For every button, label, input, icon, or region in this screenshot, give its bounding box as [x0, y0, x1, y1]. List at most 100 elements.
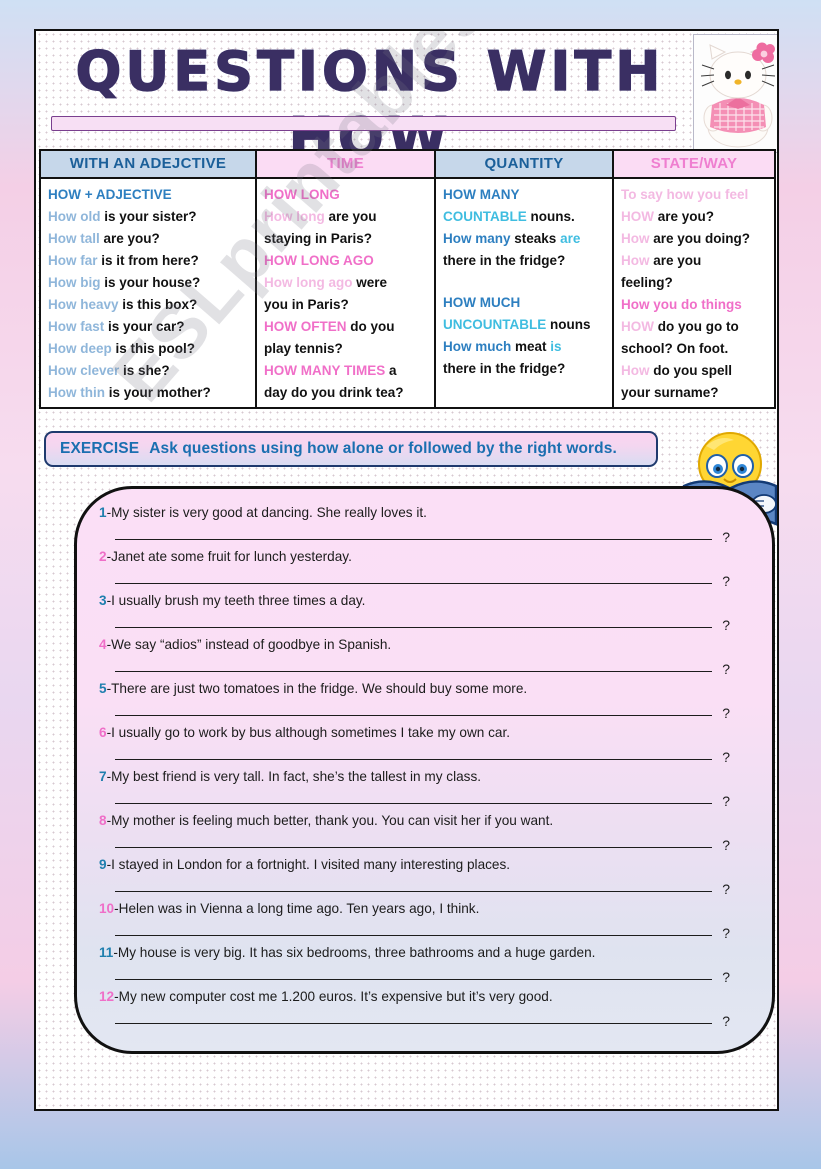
- table-column-adjective: WITH AN ADEJCTIVE HOW + ADJECTIVE How old…: [41, 151, 257, 407]
- answer-line[interactable]: ?: [99, 873, 746, 899]
- exercise-item-number: 1: [99, 505, 107, 520]
- hello-kitty-icon: [693, 34, 777, 153]
- table-line: How deep is this pool?: [48, 338, 248, 360]
- answer-line[interactable]: ?: [99, 565, 746, 591]
- table-text-segment: How long: [264, 209, 329, 224]
- table-line: How much meat is: [443, 336, 605, 358]
- table-text-segment: How heavy: [48, 297, 123, 312]
- table-line: your surname?: [621, 382, 767, 404]
- answer-rule: [115, 1023, 712, 1024]
- question-mark: ?: [722, 529, 730, 545]
- table-line: HOW + ADJECTIVE: [48, 184, 248, 206]
- table-text-segment: To say how you feel: [621, 187, 749, 202]
- exercise-item-number: 2: [99, 549, 107, 564]
- question-mark: ?: [722, 793, 730, 809]
- exercise-item-number: 7: [99, 769, 107, 784]
- table-line: [443, 272, 605, 292]
- table-line: How heavy is this box?: [48, 294, 248, 316]
- table-line: HOW MANY TIMES a: [264, 360, 427, 382]
- table-text-segment: HOW LONG: [264, 187, 340, 202]
- table-text-segment: is your house?: [104, 275, 201, 290]
- question-mark: ?: [722, 1013, 730, 1029]
- table-text-segment: HOW: [621, 209, 658, 224]
- table-line: How old is your sister?: [48, 206, 248, 228]
- column-body: HOW MANY COUNTABLE nouns. How many steaks …: [436, 179, 612, 380]
- list-item: 9-I stayed in London for a fortnight. I …: [77, 857, 772, 901]
- list-item: 7-My best friend is very tall. In fact, …: [77, 769, 772, 813]
- answer-rule: [115, 891, 712, 892]
- answer-line[interactable]: ?: [99, 917, 746, 943]
- table-text-segment: do you spell: [653, 363, 733, 378]
- table-text-segment: HOW LONG AGO: [264, 253, 374, 268]
- table-line: UNCOUNTABLE nouns: [443, 314, 605, 336]
- table-line: How long are you: [264, 206, 427, 228]
- table-text-segment: How big: [48, 275, 105, 290]
- column-header: WITH AN ADEJCTIVE: [41, 151, 255, 179]
- table-line: How you do things: [621, 294, 767, 316]
- question-mark: ?: [722, 617, 730, 633]
- answer-line[interactable]: ?: [99, 1005, 746, 1031]
- answer-line[interactable]: ?: [99, 653, 746, 679]
- table-column-quantity: QUANTITY HOW MANY COUNTABLE nouns. How man…: [436, 151, 614, 407]
- table-line: COUNTABLE nouns.: [443, 206, 605, 228]
- table-line: How far is it from here?: [48, 250, 248, 272]
- table-text-segment: is: [550, 339, 562, 354]
- table-text-segment: do you: [350, 319, 395, 334]
- table-text-segment: How clever: [48, 363, 124, 378]
- exercise-item-text: 7-My best friend is very tall. In fact, …: [99, 769, 746, 785]
- answer-line[interactable]: ?: [99, 609, 746, 635]
- exercise-item-number: 11: [99, 945, 114, 960]
- list-item: 4-We say “adios” instead of goodbye in S…: [77, 637, 772, 681]
- table-text-segment: UNCOUNTABLE: [443, 317, 550, 332]
- worksheet-sheet: QUESTIONS WITH HOW WITH AN ADEJCTIVE HOW…: [34, 29, 779, 1111]
- answer-line[interactable]: ?: [99, 829, 746, 855]
- answer-rule: [115, 627, 712, 628]
- table-text-segment: staying in Paris?: [264, 231, 373, 246]
- exercise-item-list: 1-My sister is very good at dancing. She…: [77, 489, 772, 1033]
- column-body: HOW LONG How long are you staying in Paris…: [257, 179, 434, 404]
- table-text-segment: there in the fridge?: [443, 361, 566, 376]
- answer-rule: [115, 583, 712, 584]
- exercise-item-text: 5-There are just two tomatoes in the fri…: [99, 681, 746, 697]
- table-text-segment: How old: [48, 209, 105, 224]
- table-line: How thin is your mother?: [48, 382, 248, 404]
- exercise-item-text: 4-We say “adios” instead of goodbye in S…: [99, 637, 746, 653]
- list-item: 3-I usually brush my teeth three times a…: [77, 593, 772, 637]
- answer-line[interactable]: ?: [99, 785, 746, 811]
- answer-line[interactable]: ?: [99, 741, 746, 767]
- question-mark: ?: [722, 881, 730, 897]
- table-line: HOW MUCH: [443, 292, 605, 314]
- title-underline-bar: [51, 116, 676, 131]
- column-header: TIME: [257, 151, 434, 179]
- answer-line[interactable]: ?: [99, 697, 746, 723]
- table-line: How are you doing?: [621, 228, 767, 250]
- answer-rule: [115, 979, 712, 980]
- exercise-item-text: 11-My house is very big. It has six bedr…: [99, 945, 746, 961]
- table-text-segment: COUNTABLE: [443, 209, 531, 224]
- answer-line[interactable]: ?: [99, 961, 746, 987]
- exercise-item-text: 9-I stayed in London for a fortnight. I …: [99, 857, 746, 873]
- exercise-item-text: 6-I usually go to work by bus although s…: [99, 725, 746, 741]
- table-line: How tall are you?: [48, 228, 248, 250]
- exercise-item-number: 8: [99, 813, 107, 828]
- table-line: How big is your house?: [48, 272, 248, 294]
- table-text-segment: How you do things: [621, 297, 742, 312]
- table-text-segment: play tennis?: [264, 341, 343, 356]
- exercise-item-number: 9: [99, 857, 107, 872]
- table-text-segment: How many: [443, 231, 515, 246]
- exercise-item-sentence: -I usually go to work by bus although so…: [106, 725, 511, 740]
- list-item: 12-My new computer cost me 1.200 euros. …: [77, 989, 772, 1033]
- table-text-segment: you in Paris?: [264, 297, 349, 312]
- answer-rule: [115, 935, 712, 936]
- exercise-item-sentence: -Janet ate some fruit for lunch yesterda…: [106, 549, 352, 564]
- question-mark: ?: [722, 661, 730, 677]
- table-text-segment: is it from here?: [101, 253, 199, 268]
- answer-line[interactable]: ?: [99, 521, 746, 547]
- table-text-segment: is your sister?: [104, 209, 197, 224]
- table-text-segment: is she?: [123, 363, 170, 378]
- exercise-label: EXERCISE: [60, 440, 140, 457]
- title-row: QUESTIONS WITH HOW: [36, 31, 777, 170]
- table-text-segment: HOW + ADJECTIVE: [48, 187, 172, 202]
- table-text-segment: How far: [48, 253, 102, 268]
- table-text-segment: school? On foot.: [621, 341, 729, 356]
